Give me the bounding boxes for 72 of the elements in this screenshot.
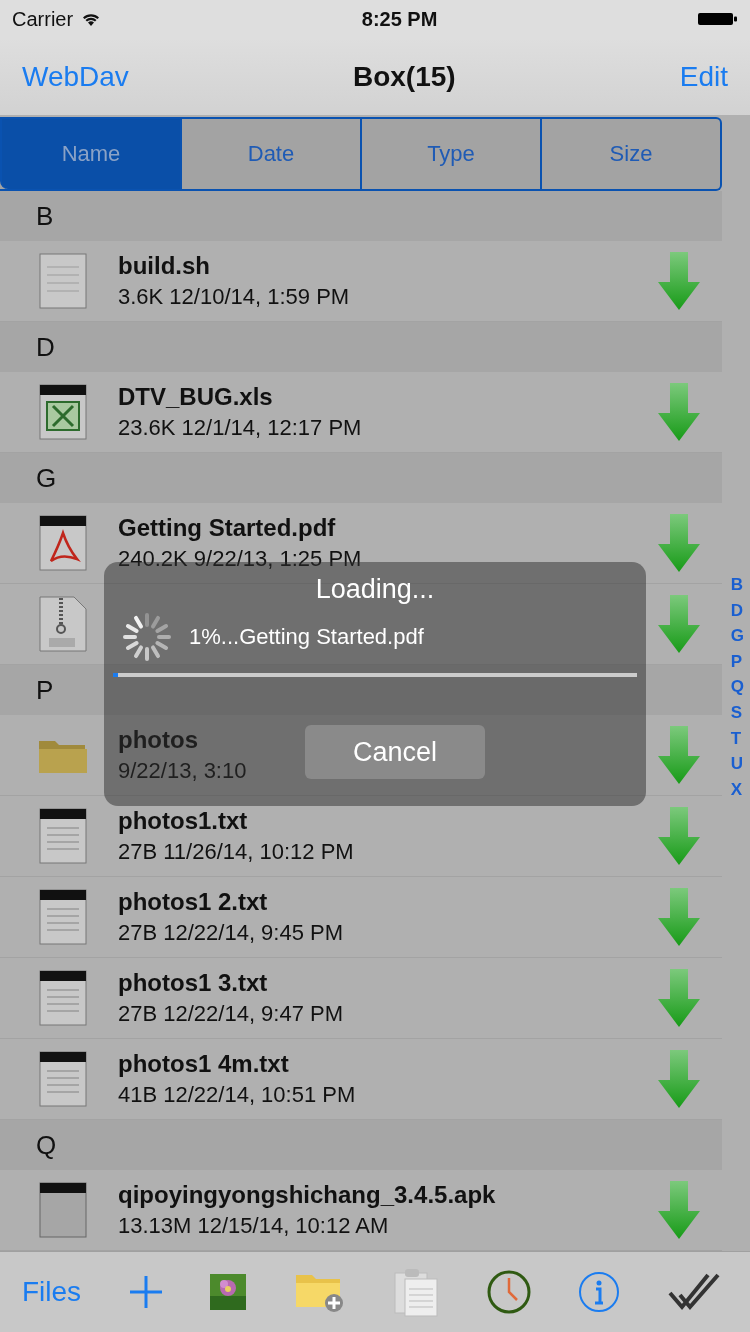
file-name: qipoyingyongshichang_3.4.5.apk [118,1181,496,1209]
sort-tab[interactable]: Size [540,119,720,189]
download-arrow-icon[interactable] [658,1181,700,1239]
index-letter[interactable]: X [730,776,744,803]
spreadsheet-file-icon [39,384,87,440]
text-file-icon [39,1051,87,1107]
text-file-icon [39,970,87,1026]
download-arrow-icon[interactable] [658,1050,700,1108]
file-details: 27B 12/22/14, 9:45 PM [118,920,344,946]
file-details: 41B 12/22/14, 10:51 PM [118,1082,356,1108]
index-letter[interactable]: B [730,572,744,598]
section-letter: B [36,200,54,232]
file-name: photos [118,726,198,754]
wifi-icon [81,11,102,27]
info-icon[interactable] [578,1271,621,1313]
index-letter[interactable]: Q [730,674,744,700]
file-name: photos1.txt [118,807,248,835]
pdf-file-icon [39,515,87,571]
index-letter[interactable]: S [730,699,744,726]
download-arrow-icon[interactable] [658,595,700,653]
text-file-icon [39,808,87,864]
clock-icon[interactable] [486,1270,531,1314]
sort-tab[interactable]: Name [0,119,180,189]
flower-photo-icon[interactable] [210,1274,247,1310]
file-name: photos1 4m.txt [118,1050,289,1078]
download-arrow-icon[interactable] [658,807,700,865]
index-letter[interactable]: P [730,648,744,675]
clipboard-icon[interactable] [393,1267,440,1317]
download-arrow-icon[interactable] [658,252,700,310]
index-letter[interactable]: G [730,623,744,649]
progress-message: 1%...Getting Started.pdf [189,624,424,650]
zip-file-icon [39,596,87,652]
section-letter: G [36,462,57,494]
edit-button[interactable]: Edit [679,60,728,93]
file-name: photos1 3.txt [118,969,268,997]
file-details: 23.6K 12/1/14, 12:17 PM [118,415,362,441]
download-arrow-icon[interactable] [658,969,700,1027]
download-arrow-icon[interactable] [658,726,700,784]
file-details: 9/22/13, 3:10 [118,758,247,784]
download-arrow-icon[interactable] [658,514,700,572]
index-letter[interactable]: D [730,597,744,624]
battery-icon [698,11,738,27]
file-details: 240.2K 9/22/13, 1:25 PM [118,546,362,572]
document-icon [39,253,87,309]
download-arrow-icon[interactable] [658,383,700,441]
dialog-title: Loading... [315,574,435,605]
file-details: 27B 12/22/14, 9:47 PM [118,1001,344,1027]
files-button[interactable]: Files [22,1276,82,1308]
sort-tab[interactable]: Type [360,119,540,189]
file-name: Getting Started.pdf [118,514,336,542]
sort-tab[interactable]: Date [180,119,360,189]
section-letter: D [36,331,55,363]
back-button[interactable]: WebDav [22,60,129,93]
file-details: 13.13M 12/15/14, 10:12 AM [118,1213,389,1239]
file-details: 3.6K 12/10/14, 1:59 PM [118,284,350,310]
file-details: 27B 11/26/14, 10:12 PM [118,839,354,865]
add-icon[interactable] [128,1275,163,1309]
file-name: DTV_BUG.xls [118,383,273,411]
file-icon [39,1182,87,1238]
carrier-label: Carrier [12,7,74,31]
nav-title: Box(15) [352,60,456,93]
file-name: build.sh [118,252,210,280]
section-letter: Q [36,1129,57,1161]
download-arrow-icon[interactable] [658,888,700,946]
index-letter[interactable]: U [730,751,744,777]
status-time: 8:25 PM [361,7,438,31]
file-name: photos1 2.txt [118,888,268,916]
cancel-button[interactable]: Cancel [305,725,485,779]
section-letter: P [36,674,54,706]
text-file-icon [39,889,87,945]
double-checkmark-icon[interactable] [667,1271,720,1313]
index-letter[interactable]: T [730,725,744,752]
